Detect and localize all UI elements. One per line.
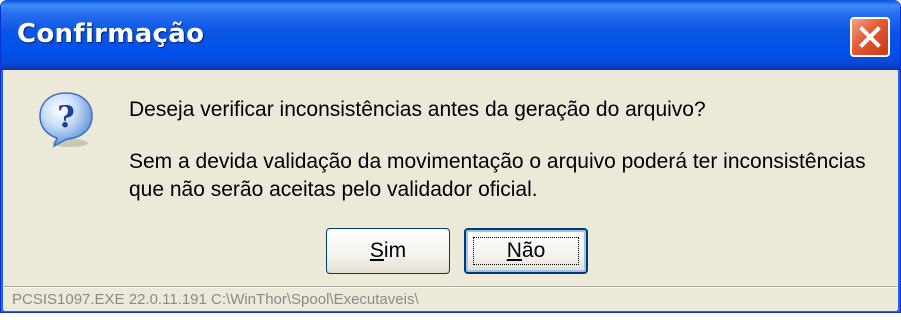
dialog-body: ? Deseja verificar inconsistências antes…: [1, 70, 900, 312]
status-text: PCSIS1097.EXE 22.0.11.191 C:\WinThor\Spo…: [12, 291, 419, 308]
window-title: Confirmação: [17, 19, 205, 49]
status-bar: PCSIS1097.EXE 22.0.11.191 C:\WinThor\Spo…: [4, 286, 897, 311]
svg-text:?: ?: [57, 100, 75, 135]
no-label-rest: ão: [521, 239, 546, 262]
detail-line-1: Sem a devida validação da movimentação o…: [129, 150, 866, 173]
no-button-label: Não: [507, 239, 546, 263]
close-button[interactable]: [850, 17, 890, 57]
yes-label-rest: im: [383, 239, 407, 262]
no-access-key: N: [506, 239, 522, 262]
close-icon: [859, 26, 881, 48]
yes-access-key: S: [369, 239, 384, 262]
dialog-window: Confirmação ? Deseja verificar inconsist…: [0, 0, 901, 313]
yes-button[interactable]: Sim: [326, 228, 450, 274]
detail-line-2: que não serão aceitas pelo validador ofi…: [129, 178, 538, 201]
title-bar[interactable]: Confirmação: [1, 0, 900, 70]
question-icon: ?: [39, 92, 93, 148]
yes-button-label: Sim: [370, 239, 406, 263]
question-text: Deseja verificar inconsistências antes d…: [129, 98, 706, 121]
detail-text: Sem a devida validação da movimentação o…: [129, 148, 866, 204]
no-button[interactable]: Não: [464, 228, 588, 274]
